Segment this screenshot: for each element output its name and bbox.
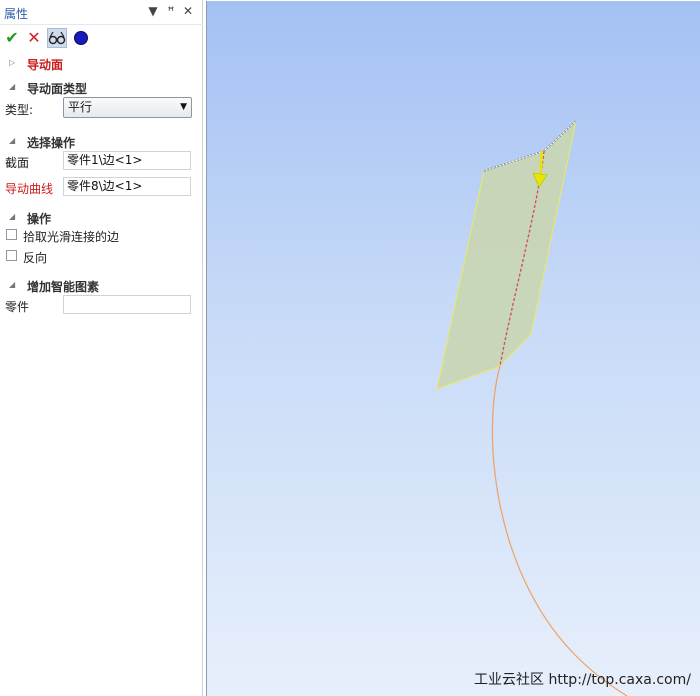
section-sweep-type[interactable]: ◢ 导动面类型	[0, 79, 203, 97]
properties-panel: 属性 ▼ ꟸ ✕ ✔ ✕ ▷ 导动面 ◢ 导动面类型 类型: 平行 ▼ ◢ 选择…	[0, 0, 203, 696]
section-operation-title: 操作	[27, 212, 52, 226]
expand-triangle-icon[interactable]: ▷	[9, 58, 15, 67]
section-select-op-title: 选择操作	[27, 136, 76, 150]
collapse-triangle-icon[interactable]: ◢	[9, 136, 15, 145]
section-select-op[interactable]: ◢ 选择操作	[0, 133, 203, 151]
pick-smooth-checkbox[interactable]	[6, 229, 17, 240]
guide-curve-row: 导动曲线 零件8\边<1>	[0, 176, 203, 198]
panel-dropdown-button[interactable]: ▼	[146, 4, 160, 18]
guide-curve-label: 导动曲线	[5, 182, 54, 196]
type-row: 类型: 平行 ▼	[0, 97, 203, 119]
watermark-text: 工业云社区 http://top.caxa.com/	[474, 672, 691, 688]
reverse-label: 反向	[23, 251, 48, 265]
section-operation[interactable]: ◢ 操作	[0, 209, 203, 227]
reverse-checkbox[interactable]	[6, 250, 17, 261]
section-profile-label: 截面	[5, 156, 30, 170]
glasses-icon[interactable]	[47, 28, 67, 48]
swept-surface[interactable]	[436, 119, 577, 390]
pick-smooth-label: 拾取光滑连接的边	[23, 230, 120, 244]
checkmark-icon[interactable]: ✔	[2, 28, 22, 48]
part-row: 零件	[0, 294, 203, 316]
type-select[interactable]: 平行 ▼	[63, 97, 192, 118]
collapse-triangle-icon[interactable]: ◢	[9, 212, 15, 221]
part-label: 零件	[5, 300, 30, 314]
chevron-down-icon: ▼	[180, 102, 187, 112]
3d-viewport[interactable]	[206, 1, 700, 696]
section-sweep-title: 导动面	[27, 58, 64, 72]
section-profile-row: 截面 零件1\边<1>	[0, 150, 203, 172]
panel-title: 属性	[4, 7, 29, 21]
pin-icon[interactable]: ꟸ	[164, 4, 178, 18]
reverse-row[interactable]: 反向	[0, 248, 203, 266]
x-icon[interactable]: ✕	[24, 28, 44, 48]
collapse-triangle-icon[interactable]: ◢	[9, 82, 15, 91]
section-sweep[interactable]: ▷ 导动面	[0, 55, 203, 73]
panel-toolbar: ✔ ✕	[0, 26, 203, 50]
guide-curve-field[interactable]: 零件8\边<1>	[63, 177, 191, 196]
close-icon[interactable]: ✕	[181, 4, 195, 18]
section-profile-field[interactable]: 零件1\边<1>	[63, 151, 191, 170]
section-sweep-type-title: 导动面类型	[27, 82, 88, 96]
collapse-triangle-icon[interactable]: ◢	[9, 280, 15, 289]
type-label: 类型:	[5, 103, 34, 117]
blue-dot-icon[interactable]	[71, 28, 91, 48]
type-select-value: 平行	[68, 100, 93, 114]
scene-svg	[436, 119, 628, 696]
section-smart-title: 增加智能图素	[27, 280, 100, 294]
panel-header: 属性 ▼ ꟸ ✕	[0, 0, 203, 25]
pick-smooth-row[interactable]: 拾取光滑连接的边	[0, 227, 203, 245]
section-smart[interactable]: ◢ 增加智能图素	[0, 277, 203, 295]
part-field[interactable]	[63, 295, 191, 314]
guide-curve[interactable]	[491, 365, 628, 696]
